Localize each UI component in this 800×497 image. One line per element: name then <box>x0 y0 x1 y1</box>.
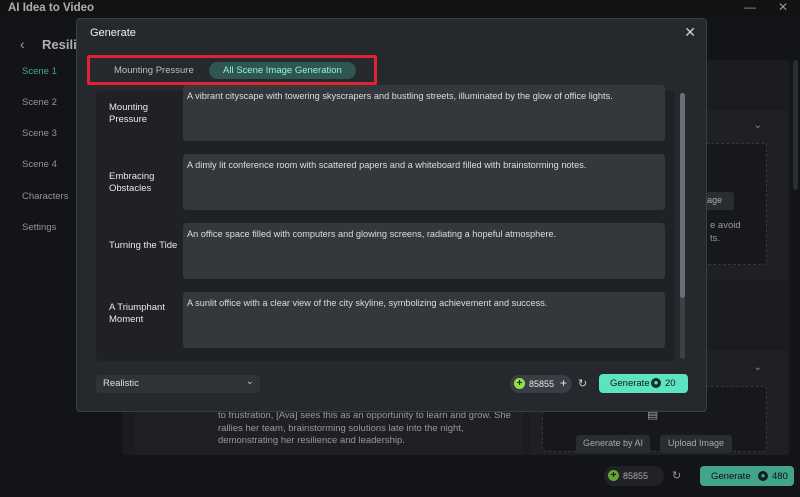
tab-all-scene-image-generation[interactable]: All Scene Image Generation <box>209 62 356 79</box>
scene-row: A Triumphant Moment A sunlit office with… <box>96 292 675 352</box>
close-icon[interactable]: ✕ <box>684 24 696 41</box>
scene-row: Mounting Pressure A vibrant cityscape wi… <box>96 85 675 145</box>
generate-label: Generate <box>610 378 650 389</box>
refresh-icon[interactable]: ↻ <box>578 377 587 390</box>
dialog-scrollbar[interactable] <box>680 93 685 359</box>
scene-name: Mounting Pressure <box>109 102 149 125</box>
generate-dialog: Generate ✕ Mounting Pressure All Scene I… <box>76 18 707 412</box>
generate-button[interactable]: Generate ● 20 <box>599 374 688 393</box>
scene-prompt-input[interactable]: A dimly lit conference room with scatter… <box>183 154 665 210</box>
generate-cost: 20 <box>665 378 676 389</box>
chevron-down-icon: ⌄ <box>245 376 254 387</box>
scrollbar-thumb[interactable] <box>680 93 685 298</box>
scene-name: A Triumphant Moment <box>109 302 165 325</box>
scene-list: Mounting Pressure A vibrant cityscape wi… <box>96 85 675 361</box>
coin-icon: ● <box>651 378 661 388</box>
add-credits-icon[interactable]: + <box>560 376 567 390</box>
tab-mounting-pressure[interactable]: Mounting Pressure <box>114 65 194 76</box>
style-select[interactable]: Realistic ⌄ <box>96 375 260 393</box>
scene-name: Embracing Obstacles <box>109 171 155 194</box>
credit-coin-icon: + <box>514 378 525 389</box>
scene-prompt-input[interactable]: An office space filled with computers an… <box>183 223 665 279</box>
credits-value: 85855 <box>529 379 555 389</box>
scene-prompt-input[interactable]: A sunlit office with a clear view of the… <box>183 292 665 348</box>
scene-name: Turning the Tide <box>109 240 178 251</box>
scene-row: Turning the Tide An office space filled … <box>96 223 675 283</box>
scene-row: Embracing Obstacles A dimly lit conferen… <box>96 154 675 214</box>
tab-bar: Mounting Pressure All Scene Image Genera… <box>87 55 377 85</box>
credits-badge: + 85855 + <box>510 375 572 393</box>
dialog-title: Generate <box>90 27 136 39</box>
scene-prompt-input[interactable]: A vibrant cityscape with towering skyscr… <box>183 85 665 141</box>
style-select-value: Realistic <box>103 378 139 389</box>
